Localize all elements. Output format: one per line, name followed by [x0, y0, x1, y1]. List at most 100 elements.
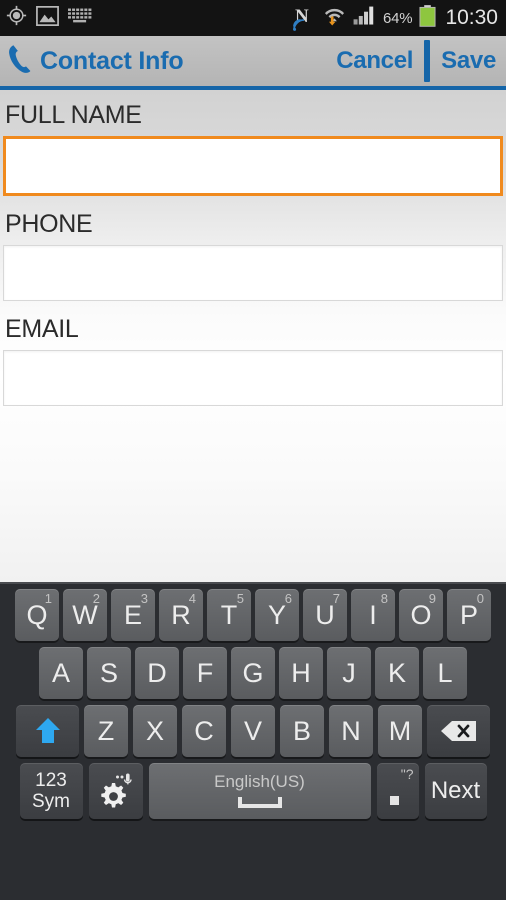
signal-bars-icon [353, 6, 376, 30]
key-y[interactable]: 6Y [255, 589, 299, 641]
key-p-label: P [459, 599, 478, 630]
key-u-label: U [315, 599, 335, 630]
key-e-sup: 3 [140, 591, 148, 606]
on-screen-keyboard: 1Q2W3E4R5T6Y7U8I9O0P ASDFGHJKL ZXCVBNM 1… [0, 582, 506, 900]
phone-input[interactable] [3, 245, 503, 301]
key-i[interactable]: 8I [351, 589, 395, 641]
key-i-sup: 8 [380, 591, 388, 606]
keyboard-row-2: ASDFGHJKL [0, 647, 506, 699]
key-k-label: K [387, 657, 406, 688]
key-i-label: I [369, 599, 377, 630]
key-s-label: S [99, 657, 118, 688]
space-bar-icon [237, 796, 282, 808]
key-h-label: H [291, 657, 311, 688]
key-p-sup: 0 [476, 591, 484, 606]
key-g[interactable]: G [231, 647, 275, 699]
key-u-sup: 7 [332, 591, 340, 606]
key-w[interactable]: 2W [63, 589, 107, 641]
phone-screen: N 64% 10:30 Contact Info Cancel Save FUL… [0, 0, 506, 900]
key-w-sup: 2 [92, 591, 100, 606]
battery-percent-label: 64% [383, 9, 413, 27]
key-d-label: D [147, 657, 167, 688]
keyboard-row-3: ZXCVBNM [0, 705, 506, 757]
key-r-sup: 4 [188, 591, 196, 606]
key-t-sup: 5 [236, 591, 244, 606]
keyboard-icon [68, 8, 94, 28]
full-name-input[interactable] [3, 136, 503, 196]
key-x[interactable]: X [133, 705, 177, 757]
space-key[interactable]: English(US) [148, 763, 371, 819]
period-key-sup: "? [400, 766, 414, 782]
action-separator [424, 40, 431, 82]
phone-handset-icon [8, 44, 32, 79]
symbols-key[interactable]: 123 Sym [19, 763, 83, 819]
key-j-label: J [342, 657, 356, 688]
period-key[interactable]: "? [376, 763, 419, 819]
key-n[interactable]: N [329, 705, 373, 757]
save-button[interactable]: Save [441, 47, 496, 75]
period-dot-icon [389, 796, 399, 805]
key-x-label: X [145, 715, 164, 746]
key-d[interactable]: D [135, 647, 179, 699]
title-bar: Contact Info Cancel Save [0, 36, 506, 90]
clock-label: 10:30 [445, 6, 498, 29]
key-b[interactable]: B [280, 705, 324, 757]
key-n-label: N [341, 715, 361, 746]
cancel-button[interactable]: Cancel [336, 47, 413, 75]
key-s[interactable]: S [87, 647, 131, 699]
next-key[interactable]: Next [424, 763, 487, 819]
key-t[interactable]: 5T [207, 589, 251, 641]
next-key-label: Next [430, 777, 481, 804]
key-l-label: L [437, 657, 453, 688]
key-p[interactable]: 0P [447, 589, 491, 641]
key-v[interactable]: V [231, 705, 275, 757]
phone-label: PHONE [5, 210, 93, 238]
key-e-label: E [123, 599, 142, 630]
key-j[interactable]: J [327, 647, 371, 699]
key-y-sup: 6 [284, 591, 292, 606]
key-q-sup: 1 [44, 591, 52, 606]
key-m[interactable]: M [378, 705, 422, 757]
key-l[interactable]: L [423, 647, 467, 699]
status-bar-left-icons [6, 5, 94, 31]
key-u[interactable]: 7U [303, 589, 347, 641]
key-h[interactable]: H [279, 647, 323, 699]
key-c-label: C [194, 715, 214, 746]
settings-key[interactable] [88, 763, 143, 819]
shift-arrow-icon [35, 718, 60, 743]
key-o[interactable]: 9O [399, 589, 443, 641]
image-gallery-icon [36, 5, 59, 31]
key-a-label: A [51, 657, 70, 688]
page-title: Contact Info [40, 46, 184, 75]
status-bar-right-icons: N 64% 10:30 [293, 4, 498, 32]
key-k[interactable]: K [375, 647, 419, 699]
wifi-download-icon [323, 5, 346, 31]
key-g-label: G [242, 657, 264, 688]
nfc-icon: N [293, 7, 316, 31]
key-q[interactable]: 1Q [15, 589, 59, 641]
status-bar: N 64% 10:30 [0, 0, 506, 36]
email-label: EMAIL [5, 315, 79, 343]
key-e[interactable]: 3E [111, 589, 155, 641]
key-z-label: Z [97, 715, 115, 746]
key-t-label: T [220, 599, 238, 630]
key-r-label: R [171, 599, 191, 630]
key-r[interactable]: 4R [159, 589, 203, 641]
key-o-sup: 9 [428, 591, 436, 606]
keyboard-row-1: 1Q2W3E4R5T6Y7U8I9O0P [0, 589, 506, 641]
key-a[interactable]: A [39, 647, 83, 699]
key-f-label: F [196, 657, 214, 688]
key-m-label: M [388, 715, 412, 746]
key-f[interactable]: F [183, 647, 227, 699]
battery-icon [419, 4, 436, 32]
backspace-key[interactable] [427, 705, 490, 757]
full-name-label: FULL NAME [5, 101, 142, 129]
key-y-label: Y [267, 599, 286, 630]
email-input[interactable] [3, 350, 503, 406]
keyboard-row-4: 123 Sym English(US) "? Next [0, 763, 506, 819]
shift-key[interactable] [16, 705, 79, 757]
space-key-language-label: English(US) [214, 771, 305, 791]
key-z[interactable]: Z [84, 705, 128, 757]
key-c[interactable]: C [182, 705, 226, 757]
symbols-key-line2: Sym [32, 791, 70, 812]
